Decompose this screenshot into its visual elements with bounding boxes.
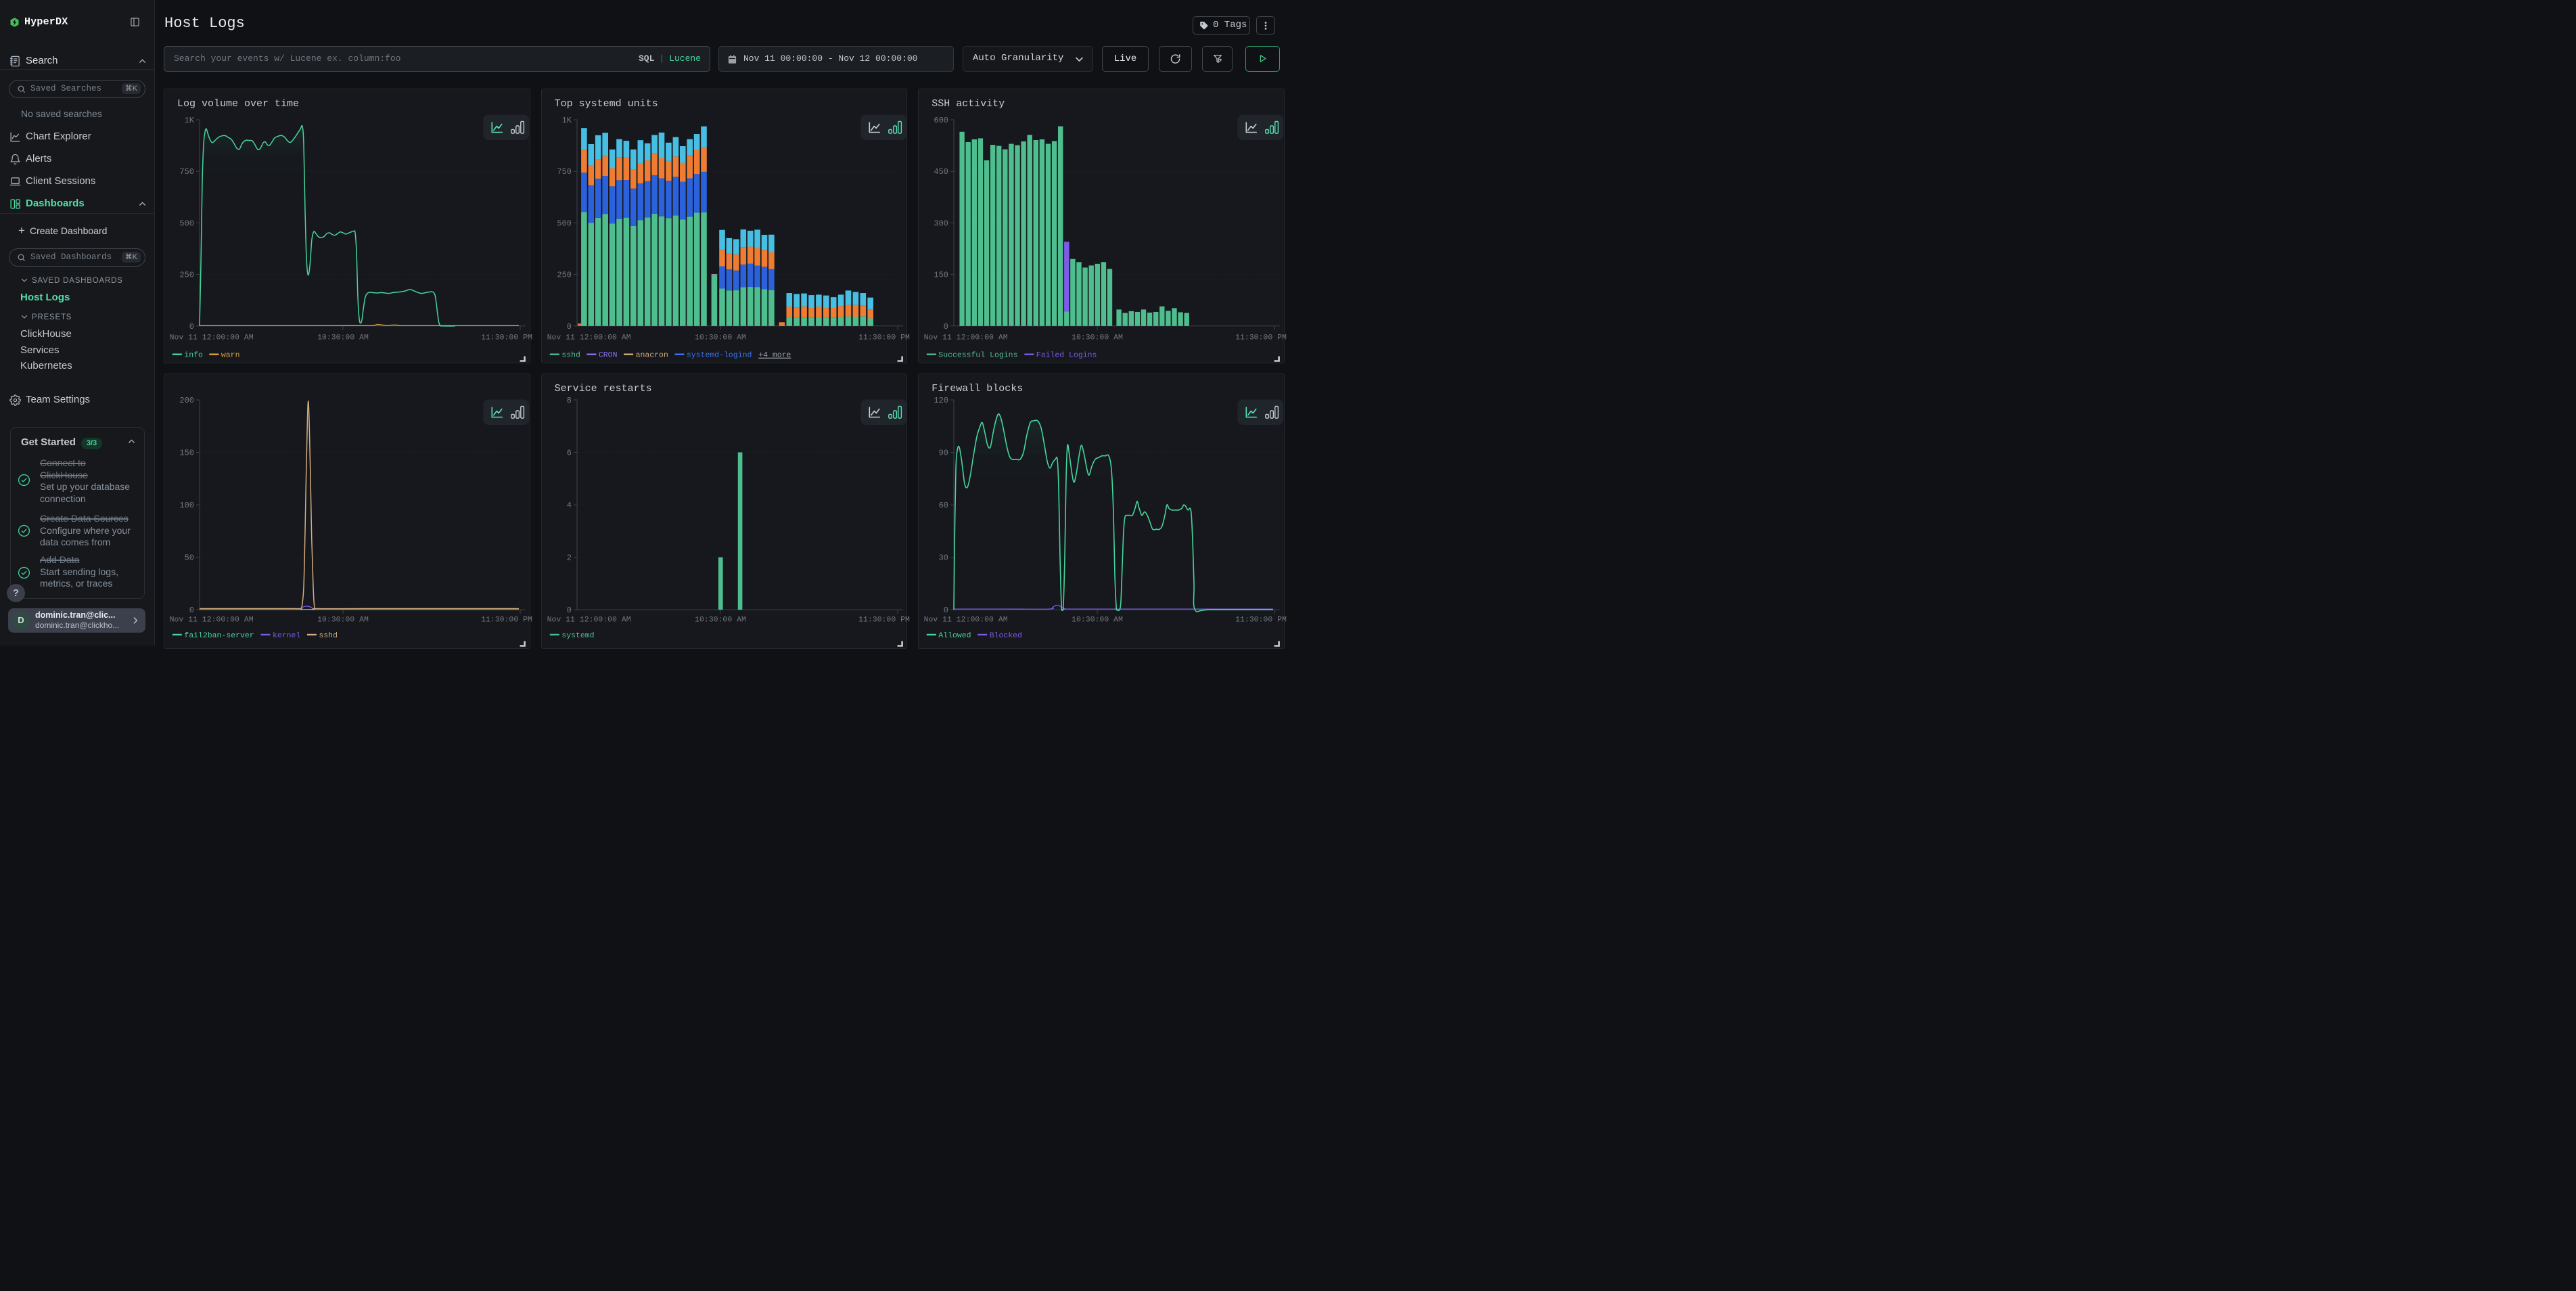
svg-text:500: 500 [179, 219, 194, 228]
svg-text:sshd: sshd [319, 631, 338, 640]
svg-text:8: 8 [566, 396, 571, 405]
svg-text:0: 0 [944, 322, 948, 332]
svg-text:750: 750 [557, 167, 572, 177]
svg-text:systemd-logind: systemd-logind [686, 350, 752, 359]
svg-text:1K: 1K [185, 116, 195, 125]
svg-text:sshd: sshd [561, 350, 580, 359]
svg-text:11:30:00 PM: 11:30:00 PM [1235, 333, 1287, 342]
svg-text:1K: 1K [561, 116, 572, 125]
svg-text:90: 90 [939, 449, 948, 458]
svg-text:500: 500 [557, 219, 572, 228]
svg-text:10:30:00 AM: 10:30:00 AM [1072, 333, 1123, 342]
svg-text:6: 6 [566, 449, 571, 458]
svg-text:0: 0 [944, 606, 948, 615]
svg-text:anacron: anacron [635, 350, 668, 359]
svg-text:0: 0 [189, 606, 194, 615]
svg-text:10:30:00 AM: 10:30:00 AM [317, 333, 369, 342]
svg-text:10:30:00 AM: 10:30:00 AM [695, 333, 746, 342]
svg-text:200: 200 [179, 396, 194, 405]
svg-text:Successful Logins: Successful Logins [938, 350, 1017, 359]
svg-text:Blocked: Blocked [990, 631, 1022, 640]
svg-text:10:30:00 AM: 10:30:00 AM [695, 616, 746, 625]
svg-text:50: 50 [185, 553, 194, 563]
svg-text:150: 150 [934, 270, 949, 279]
svg-text:Nov 11 12:00:00 AM: Nov 11 12:00:00 AM [170, 333, 254, 342]
svg-text:0: 0 [189, 322, 194, 332]
svg-text:30: 30 [939, 553, 948, 563]
svg-text:Nov 11 12:00:00 AM: Nov 11 12:00:00 AM [924, 616, 1008, 625]
svg-text:0: 0 [566, 606, 571, 615]
svg-text:11:30:00 PM: 11:30:00 PM [1235, 616, 1287, 625]
svg-text:11:30:00 PM: 11:30:00 PM [481, 616, 532, 625]
svg-text:250: 250 [179, 270, 194, 279]
svg-text:600: 600 [934, 116, 949, 125]
svg-text:Nov 11 12:00:00 AM: Nov 11 12:00:00 AM [547, 616, 630, 625]
svg-text:CRON: CRON [598, 350, 617, 359]
svg-text:systemd: systemd [561, 631, 594, 640]
svg-text:100: 100 [179, 501, 194, 510]
svg-text:750: 750 [179, 167, 194, 177]
svg-text:150: 150 [179, 449, 194, 458]
svg-text:Nov 11 12:00:00 AM: Nov 11 12:00:00 AM [547, 333, 630, 342]
svg-text:Nov 11 12:00:00 AM: Nov 11 12:00:00 AM [924, 333, 1008, 342]
svg-text:11:30:00 PM: 11:30:00 PM [481, 333, 532, 342]
svg-text:11:30:00 PM: 11:30:00 PM [858, 616, 910, 625]
svg-text:2: 2 [566, 553, 571, 563]
svg-text:info: info [184, 350, 203, 359]
svg-text:450: 450 [934, 167, 949, 177]
svg-text:120: 120 [934, 396, 949, 405]
svg-text:fail2ban-server: fail2ban-server [184, 631, 254, 640]
svg-text:Failed Logins: Failed Logins [1036, 350, 1097, 359]
svg-text:10:30:00 AM: 10:30:00 AM [317, 616, 369, 625]
svg-text:300: 300 [934, 219, 949, 228]
svg-text:4: 4 [566, 501, 571, 510]
svg-text:warn: warn [221, 350, 240, 359]
svg-text:+4 more: +4 more [758, 350, 791, 359]
svg-text:10:30:00 AM: 10:30:00 AM [1072, 616, 1123, 625]
svg-text:11:30:00 PM: 11:30:00 PM [858, 333, 910, 342]
svg-text:0: 0 [566, 322, 571, 332]
svg-text:Allowed: Allowed [938, 631, 971, 640]
svg-text:Nov 11 12:00:00 AM: Nov 11 12:00:00 AM [170, 616, 254, 625]
svg-text:kernel: kernel [273, 631, 300, 640]
svg-text:60: 60 [939, 501, 948, 510]
svg-text:250: 250 [557, 270, 572, 279]
